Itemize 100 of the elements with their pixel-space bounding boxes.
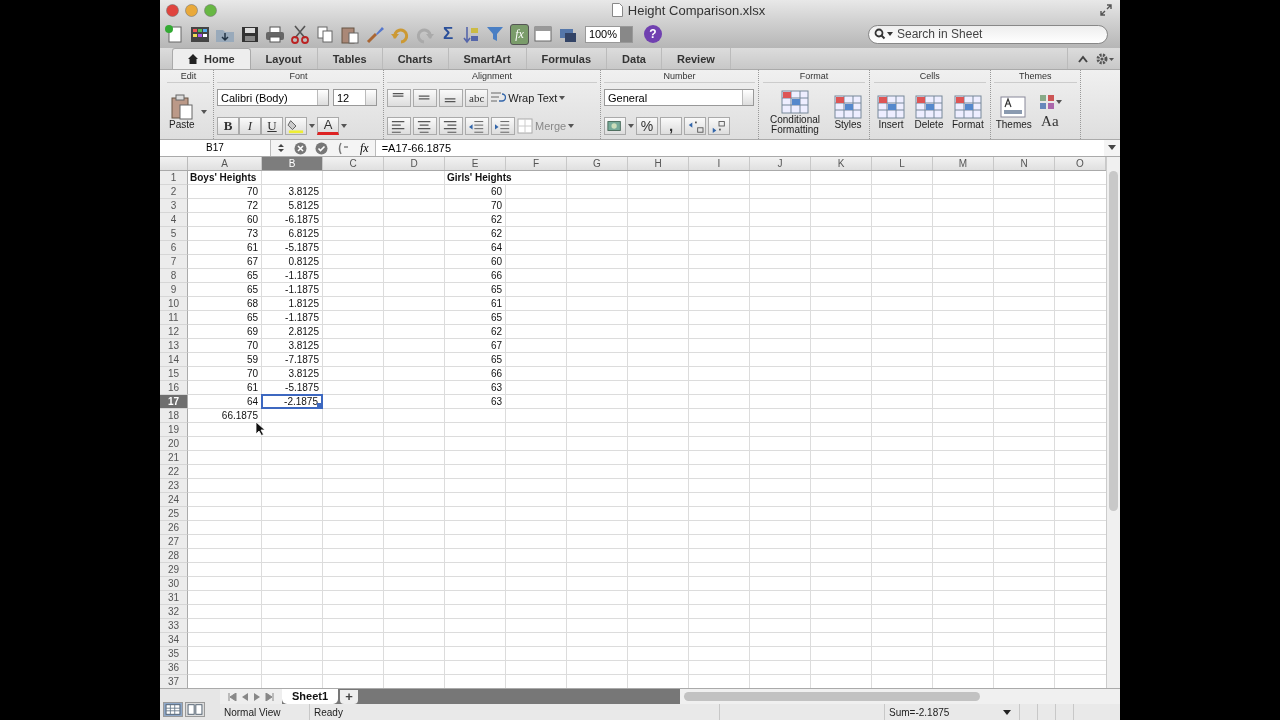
- align-bottom-icon[interactable]: [439, 89, 463, 107]
- last-sheet-icon[interactable]: [265, 692, 274, 701]
- close-button[interactable]: [166, 3, 179, 17]
- row-header[interactable]: 13: [160, 339, 188, 353]
- collapse-icon[interactable]: [1078, 54, 1088, 63]
- column-header[interactable]: K: [811, 157, 872, 170]
- increase-indent-icon[interactable]: [491, 117, 515, 135]
- row-header[interactable]: 31: [160, 591, 188, 605]
- italic-button[interactable]: I: [239, 116, 261, 135]
- row-header[interactable]: 10: [160, 297, 188, 311]
- row-header[interactable]: 14: [160, 353, 188, 367]
- decrease-decimal-icon[interactable]: [708, 116, 730, 135]
- increase-decimal-icon[interactable]: [684, 116, 706, 135]
- zoom-button[interactable]: [204, 3, 217, 17]
- printer-icon[interactable]: [264, 24, 286, 44]
- window-icon[interactable]: [531, 24, 554, 44]
- search-input[interactable]: Search in Sheet: [897, 27, 1097, 41]
- row-header[interactable]: 28: [160, 549, 188, 563]
- formula-field[interactable]: =A17-66.1875: [374, 140, 1104, 156]
- caret-icon[interactable]: [568, 124, 575, 128]
- column-header[interactable]: N: [994, 157, 1055, 170]
- row-header[interactable]: 6: [160, 241, 188, 255]
- column-header[interactable]: B: [262, 157, 323, 170]
- ribbon-button[interactable]: Format: [950, 94, 986, 130]
- comma-style-button[interactable]: ,: [660, 116, 682, 135]
- sheet-tab[interactable]: Sheet1: [282, 689, 339, 704]
- underline-button[interactable]: U: [261, 116, 283, 135]
- scissors-icon[interactable]: [289, 24, 311, 44]
- previous-sheet-icon[interactable]: [241, 692, 249, 701]
- settings-icon[interactable]: [1096, 52, 1114, 65]
- ribbon-tab[interactable]: Formulas: [526, 48, 608, 69]
- color-swatch-icon[interactable]: [1037, 94, 1062, 110]
- row-header[interactable]: 17: [160, 395, 188, 409]
- cancel-icon[interactable]: [294, 141, 307, 155]
- number-format-field[interactable]: General: [604, 89, 754, 107]
- row-header[interactable]: 21: [160, 451, 188, 465]
- column-header[interactable]: J: [750, 157, 811, 170]
- column-header[interactable]: D: [384, 157, 445, 170]
- row-header[interactable]: 1: [160, 171, 188, 185]
- ribbon-tab[interactable]: Layout: [250, 48, 318, 69]
- row-header[interactable]: 25: [160, 507, 188, 521]
- ribbon-button[interactable]: Conditional Formatting: [763, 89, 827, 135]
- search-icon[interactable]: [874, 28, 894, 40]
- row-header[interactable]: 33: [160, 619, 188, 633]
- row-header[interactable]: 7: [160, 255, 188, 269]
- copy-icon[interactable]: [314, 24, 336, 44]
- row-header[interactable]: 12: [160, 325, 188, 339]
- column-header[interactable]: G: [567, 157, 628, 170]
- font-size-field[interactable]: 12: [333, 89, 377, 107]
- row-header[interactable]: 8: [160, 269, 188, 283]
- caret-icon[interactable]: [559, 96, 566, 100]
- align-right-icon[interactable]: [439, 117, 463, 135]
- row-header[interactable]: 22: [160, 465, 188, 479]
- ribbon-button[interactable]: Styles: [831, 94, 865, 130]
- font-color-button[interactable]: A: [317, 116, 339, 135]
- autosum-button[interactable]: Σ: [439, 24, 458, 44]
- align-center-icon[interactable]: [413, 117, 437, 135]
- next-sheet-icon[interactable]: [253, 692, 261, 701]
- ribbon-tab[interactable]: Data: [607, 48, 662, 69]
- row-header[interactable]: 24: [160, 493, 188, 507]
- column-header[interactable]: H: [628, 157, 689, 170]
- stepper-icon[interactable]: [277, 143, 285, 153]
- row-header[interactable]: 30: [160, 577, 188, 591]
- currency-icon[interactable]: [604, 116, 626, 135]
- caret-icon[interactable]: [200, 110, 207, 114]
- ribbon-button[interactable]: Insert: [874, 94, 908, 130]
- themes-button[interactable]: Themes: [993, 94, 1034, 130]
- wrap-text-button[interactable]: Wrap Text: [508, 92, 558, 104]
- row-header[interactable]: 5: [160, 227, 188, 241]
- parenthesis-icon[interactable]: [336, 141, 350, 155]
- caret-icon[interactable]: [341, 123, 347, 128]
- sum-dropdown[interactable]: Sum=-2.1875: [885, 704, 1020, 720]
- column-header[interactable]: M: [933, 157, 994, 170]
- row-header[interactable]: 3: [160, 199, 188, 213]
- align-top-icon[interactable]: [387, 89, 411, 107]
- gallery-icon[interactable]: [189, 24, 211, 44]
- ribbon-tab[interactable]: Tables: [317, 48, 383, 69]
- add-sheet-button[interactable]: +: [340, 689, 359, 704]
- zoom-field[interactable]: 100%: [584, 25, 633, 43]
- align-middle-icon[interactable]: [413, 89, 437, 107]
- expand-icon[interactable]: [1108, 145, 1116, 151]
- row-header[interactable]: 2: [160, 185, 188, 199]
- row-header[interactable]: 19: [160, 423, 188, 437]
- normal-view-button[interactable]: [163, 702, 183, 717]
- percent-button[interactable]: %: [636, 116, 658, 135]
- ribbon-tab[interactable]: SmartArt: [448, 48, 527, 69]
- name-box[interactable]: B17: [160, 140, 271, 156]
- row-header[interactable]: 32: [160, 605, 188, 619]
- row-header[interactable]: 16: [160, 381, 188, 395]
- decrease-indent-icon[interactable]: [465, 117, 489, 135]
- row-header[interactable]: 34: [160, 633, 188, 647]
- fill-color-icon[interactable]: [285, 116, 307, 135]
- row-header[interactable]: 37: [160, 675, 188, 688]
- caret-icon[interactable]: [628, 123, 634, 128]
- row-header[interactable]: 11: [160, 311, 188, 325]
- ribbon-tab[interactable]: Home: [172, 48, 251, 69]
- save-icon[interactable]: [239, 24, 261, 44]
- vertical-scrollbar[interactable]: [1106, 157, 1120, 688]
- align-left-icon[interactable]: [387, 117, 411, 135]
- row-header[interactable]: 15: [160, 367, 188, 381]
